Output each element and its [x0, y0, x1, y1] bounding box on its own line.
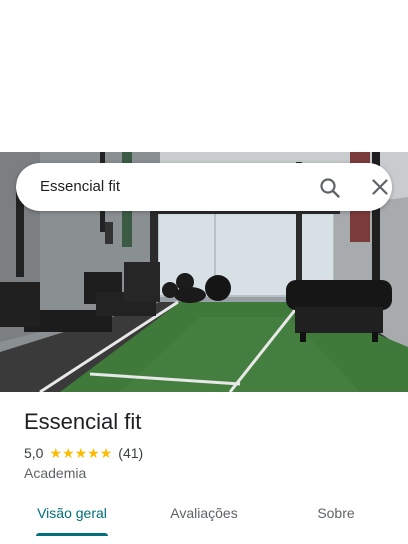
- tab-reviews[interactable]: Avaliações: [154, 505, 254, 521]
- place-tabs: Visão geral Avaliações Sobre: [0, 498, 408, 538]
- map-area-blank: [0, 0, 408, 152]
- active-tab-indicator: [36, 533, 108, 536]
- search-input[interactable]: Essencial fit: [40, 178, 120, 195]
- rating-stars: ★ ★ ★ ★ ★: [49, 446, 112, 460]
- rating-value: 5,0: [24, 445, 44, 461]
- star-icon: ★: [74, 445, 88, 461]
- review-count[interactable]: (41): [118, 445, 143, 461]
- star-icon: ★: [62, 445, 75, 461]
- star-icon: ★: [49, 445, 63, 461]
- star-icon: ★: [99, 445, 113, 461]
- rating-row[interactable]: 5,0 ★ ★ ★ ★ ★ (41): [24, 444, 143, 462]
- place-category: Academia: [24, 465, 87, 481]
- tab-overview[interactable]: Visão geral: [22, 505, 122, 521]
- search-bar[interactable]: Essencial fit: [16, 163, 392, 211]
- search-icon[interactable]: [318, 176, 342, 200]
- close-icon[interactable]: [369, 176, 391, 198]
- place-title: Essencial fit: [24, 409, 142, 434]
- star-icon: ★: [87, 445, 100, 461]
- tab-about[interactable]: Sobre: [286, 505, 386, 521]
